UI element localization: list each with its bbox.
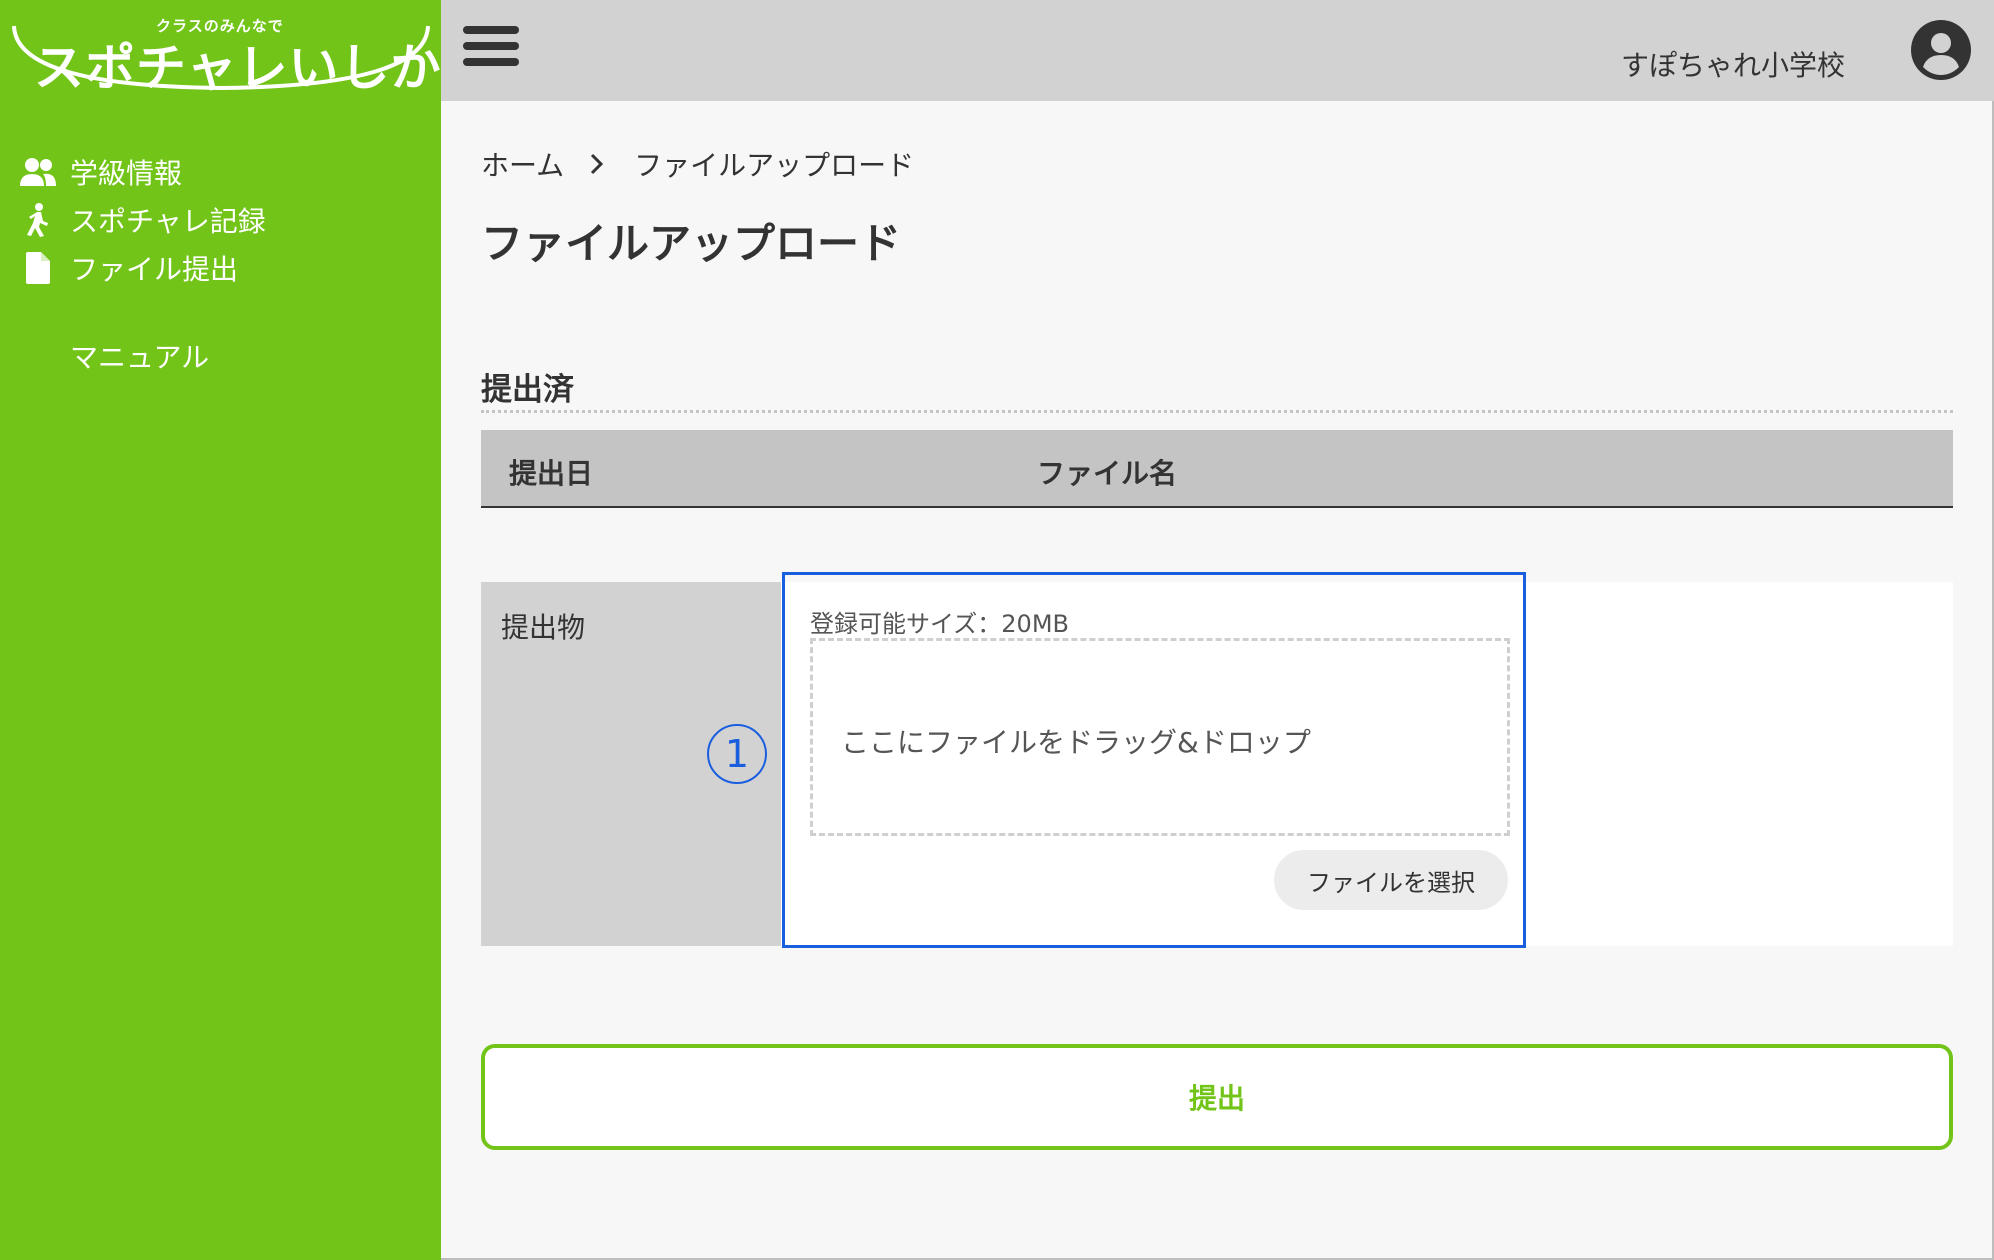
hamburger-icon[interactable]	[463, 26, 519, 74]
column-header-date: 提出日	[509, 457, 594, 490]
top-header: すぽちゃれ小学校	[441, 0, 1994, 101]
sidebar-item-label: 学級情報	[70, 157, 183, 190]
annotation-marker: 1	[707, 724, 767, 784]
users-icon	[18, 152, 58, 192]
page-title: ファイルアップロード	[481, 219, 902, 268]
sidebar-nav: 学級情報 スポチャレ記録 ファイル提出	[18, 148, 266, 292]
sidebar-item-label: スポチャレ記録	[70, 205, 266, 238]
school-name: すぽちゃれ小学校	[1621, 49, 1846, 82]
sidebar: クラスのみんなで スポチャレいしかわ 学級情報 スポチャレ記録 ファイル提出 マ…	[0, 0, 492, 1260]
app-logo[interactable]: クラスのみんなで スポチャレいしかわ	[10, 8, 492, 97]
submitted-table-header: 提出日 ファイル名	[481, 430, 1953, 508]
submitted-section-title: 提出済	[481, 372, 574, 408]
file-dropzone[interactable]: ここにファイルをドラッグ&ドロップ	[810, 638, 1510, 836]
walking-icon	[18, 200, 58, 240]
upload-row-label: 提出物	[501, 611, 586, 644]
dropzone-text: ここにファイルをドラッグ&ドロップ	[841, 726, 1311, 759]
sidebar-item-manual[interactable]: マニュアル	[70, 336, 209, 376]
dotted-divider	[481, 410, 1953, 413]
sidebar-item-records[interactable]: スポチャレ記録	[18, 196, 266, 244]
breadcrumb-home[interactable]: ホーム	[481, 144, 564, 184]
user-circle-icon[interactable]	[1911, 20, 1971, 80]
sidebar-item-label: ファイル提出	[70, 253, 239, 286]
submit-button[interactable]: 提出	[481, 1044, 1953, 1150]
logo-name: スポチャレいしかわ	[34, 39, 493, 97]
sidebar-item-class-info[interactable]: 学級情報	[18, 148, 266, 196]
choose-file-button[interactable]: ファイルを選択	[1274, 850, 1508, 910]
file-icon	[18, 248, 58, 288]
breadcrumb-current: ファイルアップロード	[634, 149, 915, 182]
chevron-right-icon	[590, 153, 604, 175]
breadcrumb: ホーム ファイルアップロード	[481, 144, 914, 184]
upload-size-limit: 登録可能サイズ：20MB	[810, 610, 1069, 638]
column-header-filename: ファイル名	[1037, 457, 1178, 490]
sidebar-item-file-submit[interactable]: ファイル提出	[18, 244, 266, 292]
